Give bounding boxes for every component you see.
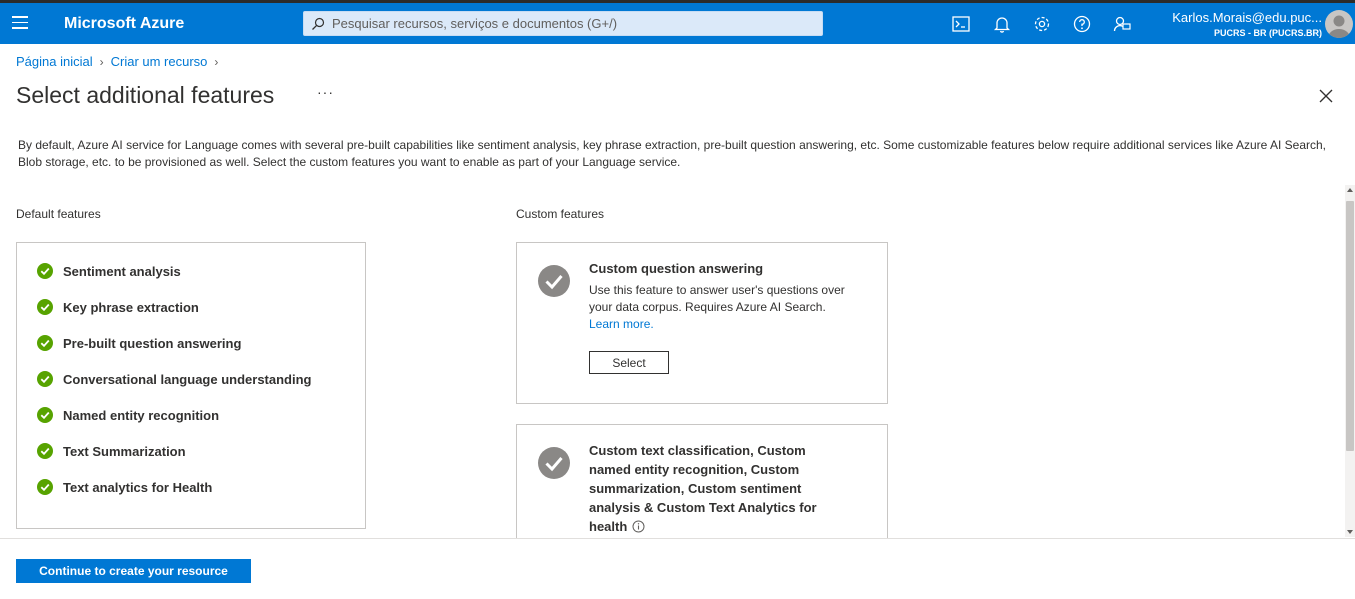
user-avatar-icon: [1328, 15, 1350, 38]
list-item: Conversational language understanding: [37, 371, 311, 387]
top-navigation-bar: Microsoft Azure Karlos.Morais@edu.puc...…: [0, 3, 1355, 44]
default-features-list: Sentiment analysis Key phrase extraction…: [16, 242, 366, 529]
check-circle-icon: [37, 479, 53, 495]
feedback-icon[interactable]: [1112, 14, 1132, 34]
list-item: Text analytics for Health: [37, 479, 212, 495]
check-circle-icon: [538, 265, 570, 297]
custom-text-features-card: Custom text classification, Custom named…: [516, 424, 888, 554]
feature-label: Text analytics for Health: [63, 479, 213, 495]
more-options-button[interactable]: ···: [317, 84, 334, 100]
scroll-down-icon[interactable]: [1347, 530, 1353, 534]
feature-label: Conversational language understanding: [63, 371, 312, 387]
bell-icon[interactable]: [992, 14, 1012, 34]
account-tenant: PUCRS - BR (PUCRS.BR): [1214, 28, 1322, 38]
list-item: Pre-built question answering: [37, 335, 241, 351]
check-circle-icon: [538, 447, 570, 479]
feature-label: Pre-built question answering: [63, 335, 242, 351]
card-description: Use this feature to answer user's questi…: [589, 283, 845, 331]
cloud-shell-icon[interactable]: [951, 14, 971, 34]
footer-bar: Continue to create your resource: [0, 538, 1355, 599]
page-title: Select additional features: [16, 82, 275, 108]
default-features-label: Default features: [16, 207, 101, 221]
feature-label: Sentiment analysis: [63, 263, 181, 279]
info-icon[interactable]: [632, 520, 645, 533]
help-icon[interactable]: [1072, 14, 1092, 34]
select-button[interactable]: Select: [589, 351, 669, 374]
learn-more-link[interactable]: Learn more.: [589, 317, 654, 331]
brand-title[interactable]: Microsoft Azure: [64, 15, 184, 33]
page-description: By default, Azure AI service for Languag…: [18, 138, 1326, 169]
feature-label: Key phrase extraction: [63, 299, 199, 315]
scroll-up-icon[interactable]: [1347, 188, 1353, 192]
card-title: Custom text classification, Custom named…: [589, 443, 817, 534]
check-circle-icon: [37, 335, 53, 351]
chevron-right-icon: ›: [99, 54, 104, 69]
search-input[interactable]: [332, 14, 812, 33]
custom-question-answering-card: Custom question answering Use this featu…: [516, 242, 888, 404]
account-email: Karlos.Morais@edu.puc...: [1172, 10, 1322, 25]
account-info[interactable]: Karlos.Morais@edu.puc... PUCRS - BR (PUC…: [1172, 10, 1322, 38]
feature-label: Text Summarization: [63, 443, 186, 459]
list-item: Sentiment analysis: [37, 263, 181, 279]
breadcrumb-item-home[interactable]: Página inicial: [16, 54, 93, 69]
continue-button[interactable]: Continue to create your resource: [16, 559, 251, 583]
check-circle-icon: [37, 263, 53, 279]
gear-icon[interactable]: [1032, 14, 1052, 34]
breadcrumb: Página inicial › Criar um recurso ›: [16, 54, 225, 69]
close-icon[interactable]: [1316, 86, 1336, 106]
scrollbar-thumb[interactable]: [1346, 201, 1354, 451]
feature-label: Named entity recognition: [63, 407, 220, 423]
card-title: Custom question answering: [589, 261, 764, 276]
global-search[interactable]: [303, 11, 823, 36]
list-item: Key phrase extraction: [37, 299, 199, 315]
hamburger-menu-icon[interactable]: [12, 16, 28, 30]
search-icon: [312, 17, 325, 30]
custom-features-label: Custom features: [516, 207, 605, 221]
chevron-right-icon: ›: [214, 54, 219, 69]
vertical-scrollbar[interactable]: [1345, 185, 1355, 537]
check-circle-icon: [37, 371, 53, 387]
avatar[interactable]: [1325, 10, 1353, 38]
list-item: Text Summarization: [37, 443, 186, 459]
list-item: Named entity recognition: [37, 407, 219, 423]
check-circle-icon: [37, 407, 53, 423]
check-circle-icon: [37, 443, 53, 459]
breadcrumb-item-create-resource[interactable]: Criar um recurso: [111, 54, 208, 69]
check-circle-icon: [37, 299, 53, 315]
